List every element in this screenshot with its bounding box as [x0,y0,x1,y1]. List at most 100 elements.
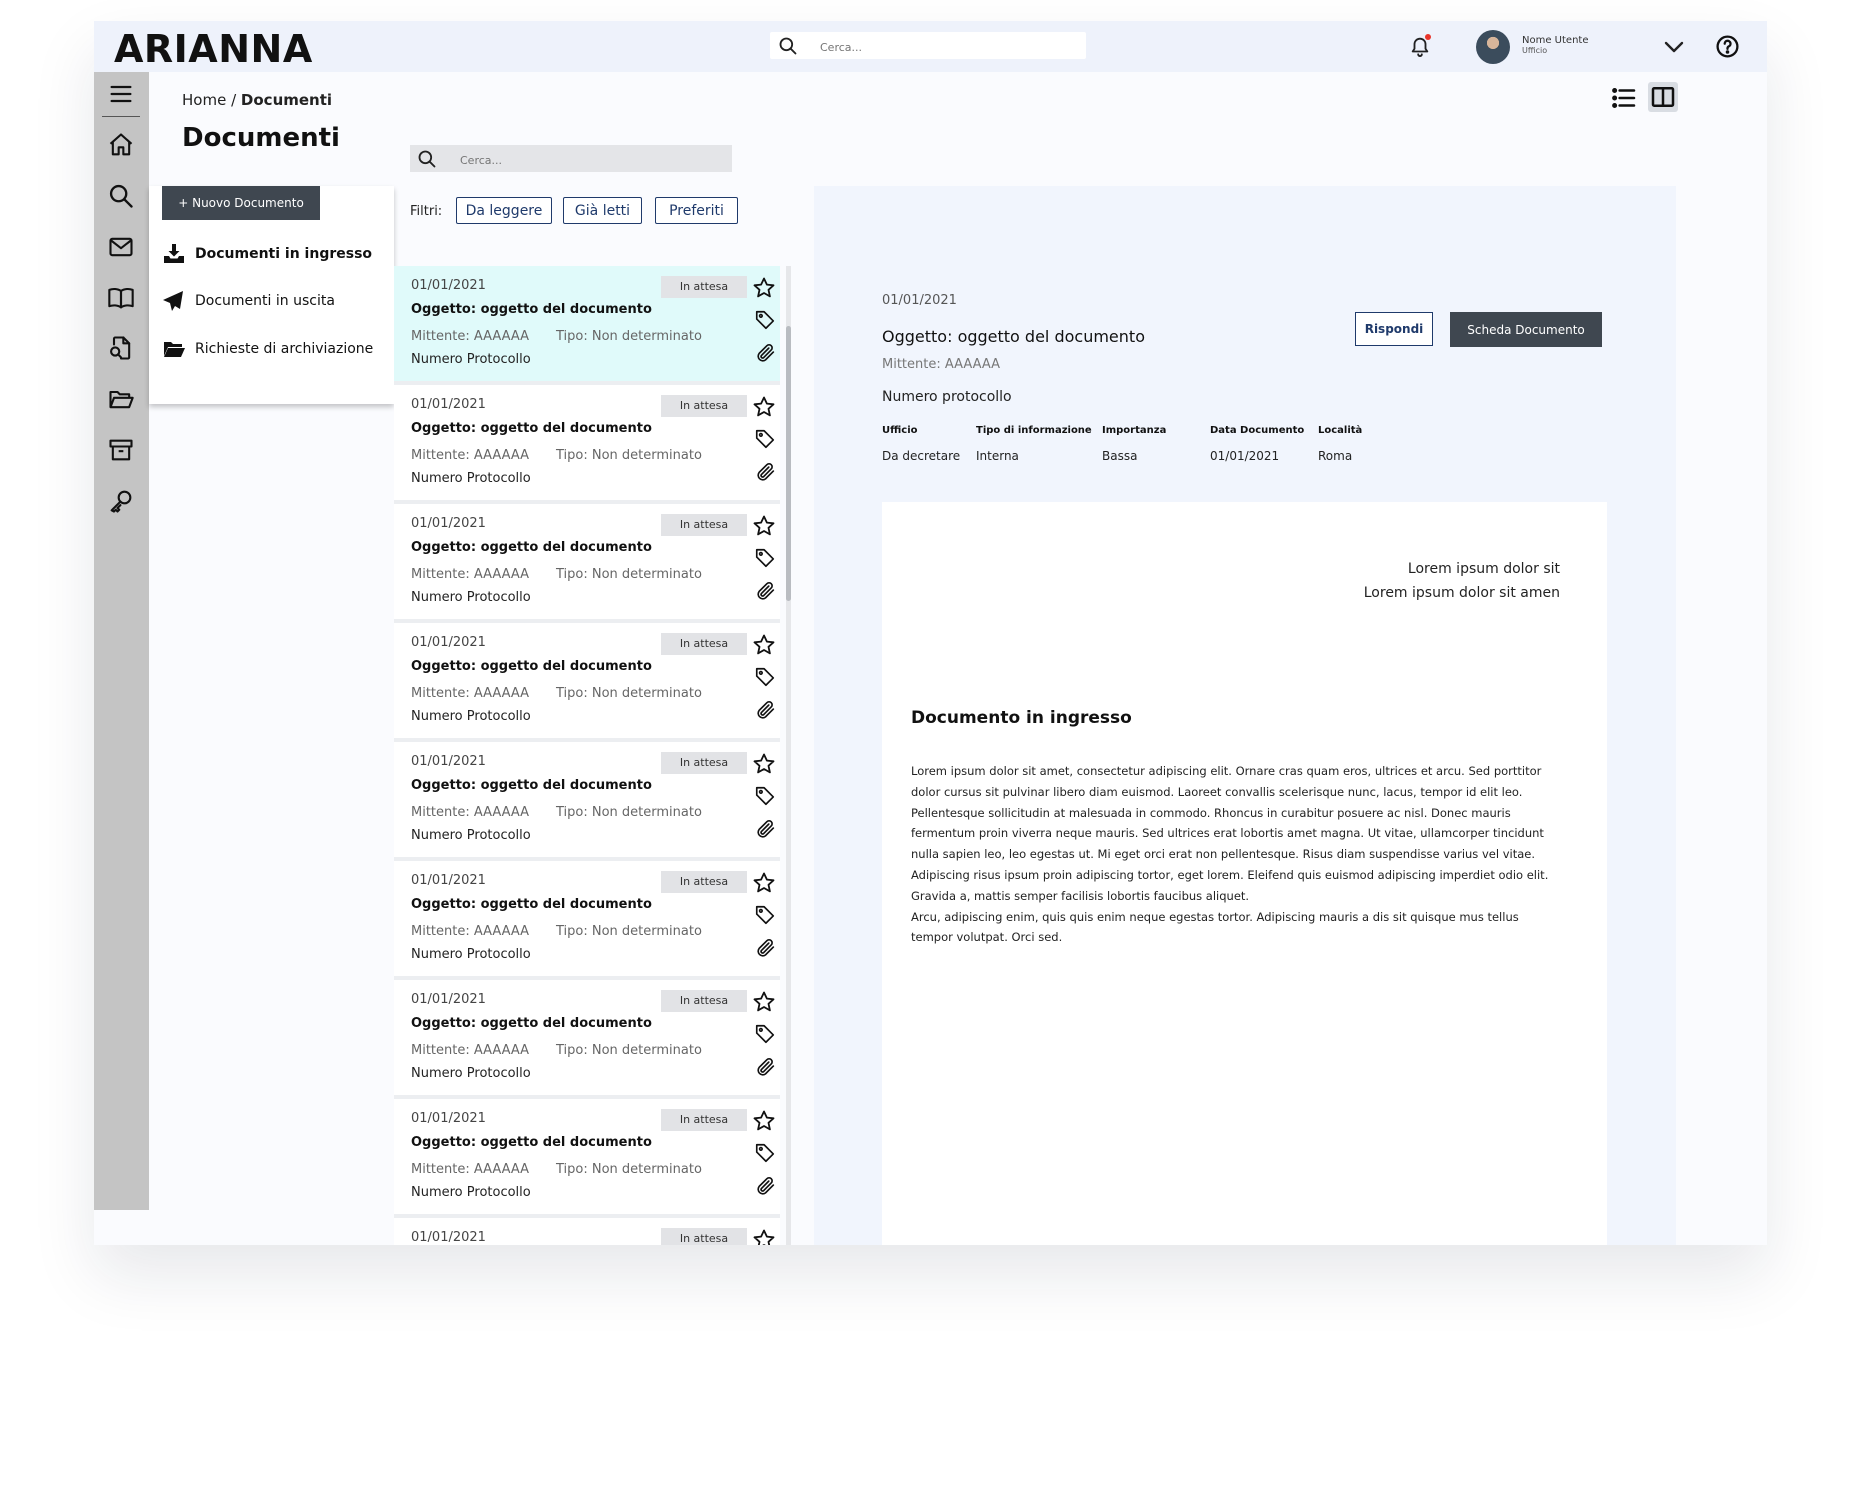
list-scrollbar-thumb[interactable] [786,326,791,601]
card-sender: Mittente: AAAAAA [411,567,530,582]
tag-icon[interactable] [754,666,776,692]
star-icon[interactable] [752,990,776,1018]
paper-plane-icon [163,291,183,311]
document-card[interactable]: 01/01/2021In attesaOggetto: oggetto del … [394,385,780,500]
card-date: 01/01/2021 [411,397,486,412]
app-title: ARIANNA [114,27,313,71]
submenu-item-label: Documenti in uscita [195,293,335,309]
archive-icon[interactable] [107,436,135,464]
filter-favorites[interactable]: Preferiti [655,197,738,224]
star-icon[interactable] [752,752,776,780]
help-icon[interactable] [1715,34,1740,59]
paperclip-icon[interactable] [755,937,777,963]
document-card[interactable]: 01/01/2021In attesaOggetto: oggetto del … [394,742,780,857]
card-sender: Mittente: AAAAAA [411,329,530,344]
menu-icon[interactable] [107,80,135,108]
preview-paragraph: Arcu, adipiscing enim, quis quis enim ne… [911,909,1519,945]
meta-label-doc-date: Data Documento [1210,425,1305,436]
user-office: Ufficio [1522,46,1548,55]
card-type: Tipo: Non determinato [556,805,702,820]
avatar[interactable] [1476,30,1510,64]
breadcrumb-current: Documenti [240,91,333,109]
paperclip-icon[interactable] [755,342,777,368]
search-icon[interactable] [107,182,135,210]
card-date: 01/01/2021 [411,873,486,888]
list-search-box[interactable] [410,145,732,172]
file-search-icon[interactable] [107,334,135,362]
home-icon[interactable] [107,131,135,159]
card-protocol: Numero Protocollo [411,352,531,367]
new-document-button[interactable]: + Nuovo Documento [162,186,320,220]
preview-address-line-1: Lorem ipsum dolor sit [1407,561,1560,577]
split-view-icon [1651,87,1675,107]
filter-already-read[interactable]: Già letti [563,197,642,224]
paperclip-icon[interactable] [755,1056,777,1082]
status-badge: In attesa [661,752,747,774]
paperclip-icon[interactable] [755,818,777,844]
paperclip-icon[interactable] [755,1175,777,1201]
card-subject: Oggetto: oggetto del documento [411,897,652,912]
paperclip-icon[interactable] [755,580,777,606]
tag-icon[interactable] [754,1142,776,1168]
meta-label-office: Ufficio [882,425,918,436]
meta-label-info-type: Tipo di informazione [976,425,1092,436]
detail-protocol: Numero protocollo [882,389,1012,405]
card-subject: Oggetto: oggetto del documento [411,1016,652,1031]
book-icon[interactable] [107,284,135,312]
paperclip-icon[interactable] [755,699,777,725]
document-card[interactable]: 01/01/2021In attesaOggetto: oggetto del … [394,861,780,976]
global-search-input[interactable] [818,37,1072,57]
tag-icon[interactable] [754,309,776,335]
star-icon[interactable] [752,633,776,661]
star-icon[interactable] [752,871,776,899]
star-icon[interactable] [752,395,776,423]
filter-to-read[interactable]: Da leggere [456,197,552,224]
tag-icon[interactable] [754,785,776,811]
card-subject: Oggetto: oggetto del documento [411,540,652,555]
reply-button[interactable]: Rispondi [1355,312,1433,346]
preview-heading: Documento in ingresso [911,708,1132,728]
document-sheet-button[interactable]: Scheda Documento [1450,312,1602,347]
card-protocol: Numero Protocollo [411,471,531,486]
card-sender: Mittente: AAAAAA [411,805,530,820]
card-sender: Mittente: AAAAAA [411,1043,530,1058]
document-card[interactable]: 01/01/2021In attesaOggetto: oggetto del … [394,980,780,1095]
paperclip-icon[interactable] [755,461,777,487]
document-card[interactable]: 01/01/2021In attesaOggetto: oggetto del … [394,623,780,738]
key-icon[interactable] [107,487,135,515]
card-protocol: Numero Protocollo [411,590,531,605]
document-preview: Lorem ipsum dolor sit Lorem ipsum dolor … [882,502,1607,1245]
tag-icon[interactable] [754,547,776,573]
card-type: Tipo: Non determinato [556,1043,702,1058]
document-card[interactable]: 01/01/2021In attesaOggetto: oggetto del … [394,1218,780,1245]
star-icon[interactable] [752,514,776,542]
global-search-box[interactable] [770,32,1086,59]
split-view-button[interactable] [1648,82,1678,112]
document-detail: 01/01/2021 Oggetto: oggetto del document… [814,186,1676,1245]
tag-icon[interactable] [754,1023,776,1049]
document-card[interactable]: 01/01/2021In attesaOggetto: oggetto del … [394,1099,780,1214]
meta-label-importance: Importanza [1102,425,1167,436]
tag-icon[interactable] [754,428,776,454]
breadcrumb-separator: / [231,91,237,109]
star-icon[interactable] [752,1228,776,1245]
star-icon[interactable] [752,276,776,304]
folder-open-icon[interactable] [107,385,135,413]
chevron-down-icon[interactable] [1662,35,1686,59]
list-search-input[interactable] [458,150,722,170]
status-badge: In attesa [661,990,747,1012]
document-card[interactable]: 01/01/2021In attesaOggetto: oggetto del … [394,504,780,619]
breadcrumb-home[interactable]: Home [182,91,226,109]
card-date: 01/01/2021 [411,1111,486,1126]
preview-paragraph: Lorem ipsum dolor sit amet, consectetur … [911,764,1549,903]
tag-icon[interactable] [754,904,776,930]
card-subject: Oggetto: oggetto del documento [411,421,652,436]
mail-icon[interactable] [107,233,135,261]
document-card[interactable]: 01/01/2021In attesaOggetto: oggetto del … [394,266,780,381]
card-protocol: Numero Protocollo [411,709,531,724]
list-view-icon[interactable] [1609,83,1639,113]
notification-dot [1425,34,1431,40]
app-window: ARIANNA Nome Utente Ufficio Home / Docum… [94,21,1767,1245]
card-subject: Oggetto: oggetto del documento [411,659,652,674]
star-icon[interactable] [752,1109,776,1137]
